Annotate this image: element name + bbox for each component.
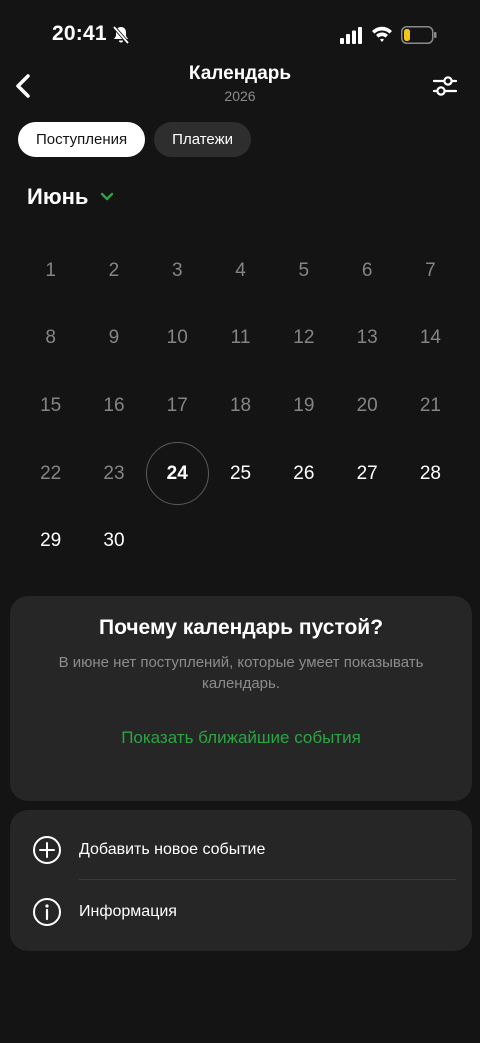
calendar-day[interactable]: 1 xyxy=(19,237,82,305)
calendar-day-number: 20 xyxy=(356,394,378,416)
calendar-day-number: 4 xyxy=(235,259,246,281)
calendar-day-number: 14 xyxy=(419,327,441,349)
calendar-day-number: 19 xyxy=(293,394,315,416)
calendar-day-number: 22 xyxy=(40,462,62,484)
calendar-day[interactable]: 30 xyxy=(82,507,145,575)
calendar-day-number: 10 xyxy=(166,327,188,349)
plus-circle-icon xyxy=(33,836,61,864)
tab-incoming[interactable]: Поступления xyxy=(18,122,146,157)
calendar-day-number: 15 xyxy=(40,394,62,416)
calendar-day[interactable]: 15 xyxy=(19,372,82,440)
month-label: Июнь xyxy=(27,184,89,209)
calendar-day-number: 26 xyxy=(293,462,315,484)
calendar-day[interactable]: 19 xyxy=(272,372,335,440)
calendar-day[interactable]: 18 xyxy=(209,372,272,440)
add-event-label: Добавить новое событие xyxy=(79,841,266,858)
calendar-day-number: 12 xyxy=(293,327,315,349)
calendar-day[interactable]: 21 xyxy=(399,372,462,440)
empty-state-card: Почему календарь пустой? В июне нет пост… xyxy=(10,596,472,801)
calendar-day[interactable]: 28 xyxy=(399,440,462,508)
status-bar: 20:41 xyxy=(0,0,480,70)
calendar-day-number: 30 xyxy=(103,530,125,552)
calendar-day[interactable]: 14 xyxy=(399,305,462,373)
show-nearest-events-link[interactable]: Показать ближайшие события xyxy=(10,728,472,748)
calendar-day-number: 24 xyxy=(145,442,209,506)
calendar-day[interactable]: 27 xyxy=(335,440,398,508)
calendar-day-number: 27 xyxy=(356,462,378,484)
calendar-day[interactable]: 10 xyxy=(146,305,209,373)
calendar-day-number: 1 xyxy=(45,259,56,281)
calendar-day[interactable]: 9 xyxy=(82,305,145,373)
calendar-day-number: 13 xyxy=(356,327,378,349)
calendar-day[interactable]: 22 xyxy=(19,440,82,508)
calendar-day[interactable]: 11 xyxy=(209,305,272,373)
info-button[interactable]: Информация xyxy=(10,878,472,946)
calendar-day[interactable]: 5 xyxy=(272,237,335,305)
calendar-day[interactable]: 2 xyxy=(82,237,145,305)
chevron-down-icon xyxy=(101,192,114,201)
calendar-day-number: 5 xyxy=(298,259,310,281)
calendar-day-number: 21 xyxy=(419,394,441,416)
calendar-day[interactable]: 26 xyxy=(272,440,335,508)
calendar-day[interactable]: 8 xyxy=(19,305,82,373)
info-icon xyxy=(33,898,61,926)
calendar-day-number: 9 xyxy=(108,327,120,349)
calendar-day-number: 7 xyxy=(425,259,436,281)
calendar-day-number: 25 xyxy=(229,462,252,484)
calendar-day[interactable]: 7 xyxy=(399,237,462,305)
calendar-day[interactable]: 29 xyxy=(19,507,82,575)
calendar-day[interactable]: 6 xyxy=(335,237,398,305)
bell-slash-icon xyxy=(112,25,130,45)
month-selector[interactable]: Июнь xyxy=(27,184,114,210)
calendar-day-number: 28 xyxy=(419,462,441,484)
sliders-icon[interactable] xyxy=(432,74,458,98)
tab-payments[interactable]: Платежи xyxy=(154,122,252,157)
calendar-day-number: 18 xyxy=(229,394,252,416)
calendar-screen: 20:41 Календарь 2026 Поступления Платежи… xyxy=(0,0,480,1043)
page-title: Календарь xyxy=(188,63,292,84)
calendar-day-today[interactable]: 24 xyxy=(145,440,209,508)
calendar-day[interactable]: 4 xyxy=(209,237,272,305)
calendar-day-number: 23 xyxy=(103,462,125,484)
calendar-day[interactable]: 20 xyxy=(335,372,398,440)
empty-state-title: Почему календарь пустой? xyxy=(98,616,384,639)
tabs: Поступления Платежи xyxy=(18,122,252,157)
empty-state-description: В июне нет поступлений, которые умеет по… xyxy=(58,654,424,692)
calendar-day-number: 8 xyxy=(45,327,56,349)
calendar-day-number: 2 xyxy=(108,259,120,281)
calendar-day-number: 11 xyxy=(230,327,251,349)
calendar-grid: 1 2 3 4 5 6 7 8 9 10 11 12 13 14 15 16 17 18 19 20 21 22 23 24 2… xyxy=(19,237,462,575)
calendar-day-number: 6 xyxy=(361,259,373,281)
calendar-day-number: 3 xyxy=(171,259,183,281)
calendar-day-number: 17 xyxy=(166,394,188,416)
wifi-icon xyxy=(372,26,392,42)
calendar-day[interactable]: 17 xyxy=(146,372,209,440)
info-label: Информация xyxy=(79,903,177,920)
add-event-button[interactable]: Добавить новое событие xyxy=(10,816,472,884)
page-subtitle: 2026 xyxy=(224,88,256,104)
calendar-day[interactable]: 12 xyxy=(272,305,335,373)
calendar-day-number: 29 xyxy=(40,530,62,552)
calendar-day[interactable]: 13 xyxy=(335,305,398,373)
calendar-day[interactable]: 3 xyxy=(146,237,209,305)
signal-icon xyxy=(340,27,362,44)
actions-card: Добавить новое событие Информация xyxy=(10,810,472,951)
calendar-day[interactable]: 16 xyxy=(82,372,145,440)
calendar-day[interactable]: 25 xyxy=(209,440,272,508)
status-time: 20:41 xyxy=(52,22,107,45)
calendar-day-number: 16 xyxy=(103,394,125,416)
battery-low-icon xyxy=(401,26,437,44)
calendar-day[interactable]: 23 xyxy=(82,440,145,508)
